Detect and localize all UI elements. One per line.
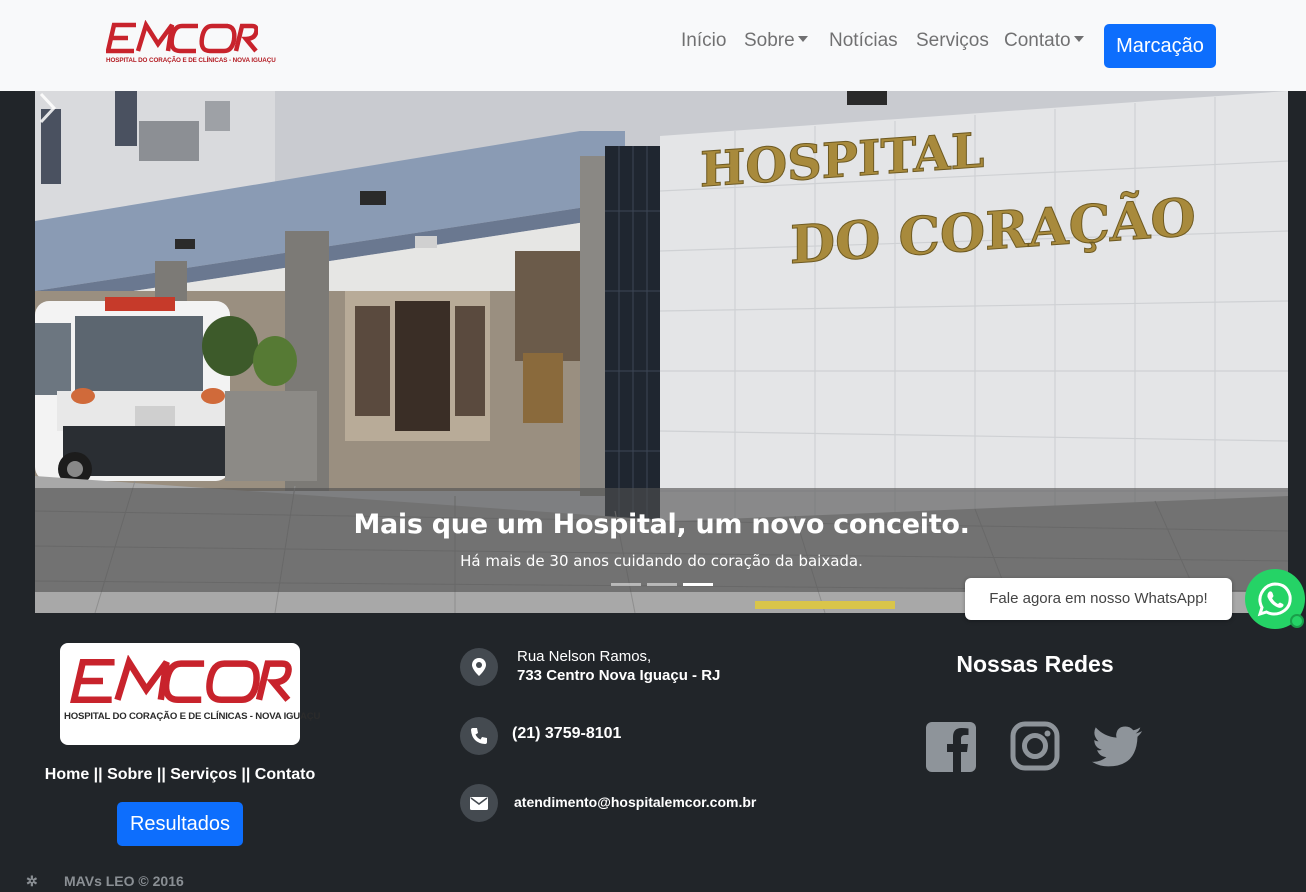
nav-servicos[interactable]: Serviços (916, 30, 989, 60)
brand-tagline: HOSPITAL DO CORAÇÃO E DE CLÍNICAS - NOVA… (106, 57, 276, 64)
instagram-icon[interactable] (1009, 720, 1061, 772)
emcor-logo-mark (106, 20, 258, 54)
footer: HOSPITAL DO CORAÇÃO E DE CLÍNICAS - NOVA… (0, 613, 1306, 892)
carousel-indicator-1[interactable] (611, 583, 641, 586)
hero-carousel: HOSPITAL DO CORAÇÃO Mais que um Hospital… (35, 91, 1288, 613)
hero-title: Mais que um Hospital, um novo conceito. (353, 509, 970, 540)
address-line1: Rua Nelson Ramos, (517, 648, 652, 665)
hero-subtitle: Há mais de 30 anos cuidando do coração d… (460, 552, 863, 570)
redes-title: Nossas Redes (956, 651, 1114, 677)
brand-logo[interactable]: HOSPITAL DO CORAÇÃO E DE CLÍNICAS - NOVA… (106, 20, 276, 70)
chevron-down-icon (1073, 36, 1084, 42)
nav-noticias[interactable]: Notícias (829, 30, 898, 60)
twitter-icon[interactable] (1092, 720, 1144, 772)
nav-inicio[interactable]: Início (681, 30, 726, 60)
copyright-text: MAVs LEO © 2016 (64, 873, 184, 889)
navbar: HOSPITAL DO CORAÇÃO E DE CLÍNICAS - NOVA… (0, 0, 1306, 91)
footer-logo[interactable]: HOSPITAL DO CORAÇÃO E DE CLÍNICAS - NOVA… (60, 643, 321, 745)
resultados-button[interactable]: Resultados (117, 802, 243, 846)
footer-logo-tagline: HOSPITAL DO CORAÇÃO E DE CLÍNICAS - NOVA… (64, 711, 321, 722)
carousel-indicator-3[interactable] (683, 583, 713, 586)
carousel-indicator-2[interactable] (647, 583, 677, 586)
copyright: ✲ MAVs LEO © 2016 (26, 873, 184, 890)
chevron-down-icon (797, 36, 808, 42)
phone-number[interactable]: (21) 3759-8101 (512, 725, 621, 743)
phone-icon (460, 717, 498, 755)
emcor-logo-mark (70, 655, 292, 704)
nav-contato[interactable]: Contato (1004, 30, 1084, 60)
facebook-icon[interactable] (925, 720, 977, 772)
carousel-next-icon[interactable] (35, 91, 59, 125)
whatsapp-bubble[interactable]: Fale agora em nosso WhatsApp! (965, 578, 1232, 620)
address-line2: 733 Centro Nova Iguaçu - RJ (517, 667, 721, 684)
marcacao-button[interactable]: Marcação (1104, 24, 1216, 68)
gear-icon: ✲ (26, 873, 38, 889)
nav-sobre[interactable]: Sobre (744, 30, 808, 60)
online-status-dot (1290, 614, 1304, 628)
location-icon (460, 648, 498, 686)
email-icon (460, 784, 498, 822)
whatsapp-icon (1257, 582, 1292, 617)
carousel-caption-background (35, 488, 1288, 592)
email-address[interactable]: atendimento@hospitalemcor.com.br (514, 794, 756, 810)
footer-links[interactable]: Home || Sobre || Serviços || Contato (20, 766, 340, 784)
